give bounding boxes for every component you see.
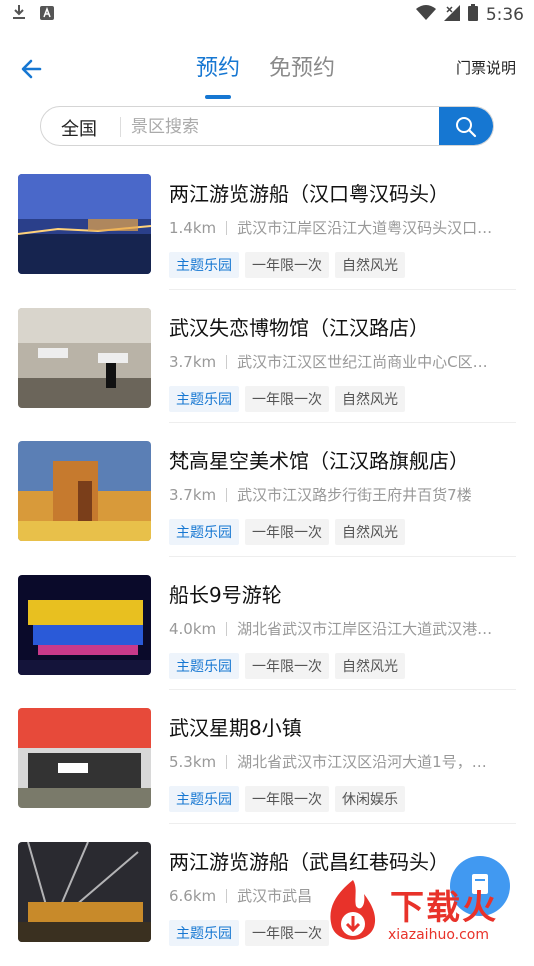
region-selector[interactable]: 全国 [61,115,97,141]
watermark-url: xiazaihuo.com [388,927,489,943]
tag: 一年限一次 [245,786,329,813]
scenic-address: 湖北省武汉市江岸区沿江大道武汉港… [237,619,493,638]
tag: 主题乐园 [169,919,239,946]
tag: 主题乐园 [169,385,239,412]
signal-icon [443,4,460,26]
search-divider [120,117,121,137]
tab-indicator [205,95,231,99]
item-divider [169,689,516,691]
scenic-title: 梵高星空美术馆（江汉路旗舰店） [169,449,469,474]
item-divider [169,288,516,290]
search-bar: 全国 [40,106,494,146]
tag: 主题乐园 [169,252,239,278]
tag: 主题乐园 [169,652,239,679]
scenic-distance: 3.7km [169,352,217,371]
scenic-tags: 主题乐园 一年限一次 休闲娱乐 [169,786,405,813]
list-item[interactable]: 武汉星期8小镇 5.3km 湖北省武汉市江汉区沿河大道1号，… 主题乐园 一年限一… [0,698,534,832]
tag: 自然风光 [335,519,405,546]
watermark: 下载火 xiazaihuo.com [318,872,534,950]
list-item[interactable]: 两江游览游船（汉口粤汉码头） 1.4km 武汉市江岸区沿江大道粤汉码头汉口… 主题… [0,164,534,298]
status-bar: 5:36 [0,0,534,28]
scenic-meta: 4.0km 湖北省武汉市江岸区沿江大道武汉港… [169,618,514,639]
scenic-title: 两江游览游船（武昌红巷码头） [169,849,449,874]
scenic-thumbnail [18,708,151,809]
scenic-meta: 3.7km 武汉市江汉路步行街王府井百货7楼 [169,484,514,505]
item-divider [169,422,516,424]
scenic-list: 两江游览游船（汉口粤汉码头） 1.4km 武汉市江岸区沿江大道粤汉码头汉口… 主题… [0,164,534,966]
scenic-meta: 1.4km 武汉市江岸区沿江大道粤汉码头汉口… [169,217,514,238]
scenic-address: 武汉市武昌 [237,886,313,905]
scenic-tags: 主题乐园 一年限一次 [169,919,329,946]
item-divider [169,822,516,824]
tag: 自然风光 [335,385,405,412]
scenic-tags: 主题乐园 一年限一次 自然风光 [169,385,405,412]
scenic-address: 武汉市江汉区世纪江尚商业中心C区… [237,352,488,371]
arrow-left-icon [21,59,42,79]
tag: 一年限一次 [245,652,329,679]
tag: 主题乐园 [169,519,239,546]
scenic-title: 武汉失恋博物馆（江汉路店） [169,315,429,340]
app-notification-icon [40,5,54,24]
back-button[interactable] [18,54,48,84]
scenic-address: 武汉市江岸区沿江大道粤汉码头汉口… [237,219,493,237]
ticket-info-link[interactable]: 门票说明 [456,57,516,78]
scenic-distance: 1.4km [169,219,217,237]
search-button[interactable] [439,107,493,145]
tag: 休闲娱乐 [335,786,405,813]
watermark-logo [330,880,376,940]
tag: 一年限一次 [245,385,329,412]
wifi-icon [415,4,436,26]
item-divider [169,555,516,557]
scenic-distance: 6.6km [169,886,217,905]
tab-no-reservation[interactable]: 免预约 [269,50,335,82]
scenic-meta: 3.7km 武汉市江汉区世纪江尚商业中心C区… [169,351,514,372]
download-icon [12,4,26,24]
search-input[interactable] [129,112,433,142]
tag: 自然风光 [335,252,405,278]
scenic-address: 湖北省武汉市江汉区沿河大道1号，… [237,753,487,772]
scenic-thumbnail [18,841,151,942]
scenic-thumbnail [18,441,151,542]
scenic-title: 两江游览游船（汉口粤汉码头） [169,182,449,206]
scenic-thumbnail [18,574,151,675]
scenic-thumbnail [18,307,151,408]
scenic-tags: 主题乐园 一年限一次 自然风光 [169,252,405,278]
scenic-address: 武汉市江汉路步行街王府井百货7楼 [237,486,472,505]
scenic-distance: 5.3km [169,753,217,772]
list-item[interactable]: 船长9号游轮 4.0km 湖北省武汉市江岸区沿江大道武汉港… 主题乐园 一年限一次… [0,565,534,699]
battery-icon [467,4,478,26]
tag: 主题乐园 [169,786,239,813]
scenic-distance: 4.0km [169,619,217,638]
scenic-tags: 主题乐园 一年限一次 自然风光 [169,652,405,679]
tag: 一年限一次 [245,252,329,278]
scenic-title: 武汉星期8小镇 [169,716,302,741]
watermark-brand: 下载火 [390,888,498,928]
tag: 一年限一次 [245,919,329,946]
status-time: 5:36 [485,5,524,25]
tag: 一年限一次 [245,519,329,546]
scenic-distance: 3.7km [169,486,217,505]
scenic-tags: 主题乐园 一年限一次 自然风光 [169,519,405,546]
header: 预约 免预约 门票说明 [0,40,534,99]
search-icon [456,117,477,138]
list-item[interactable]: 武汉失恋博物馆（江汉路店） 3.7km 武汉市江汉区世纪江尚商业中心C区… 主题乐… [0,298,534,432]
tag: 自然风光 [335,652,405,679]
scenic-thumbnail [18,174,151,274]
scenic-title: 船长9号游轮 [169,582,282,607]
list-item[interactable]: 梵高星空美术馆（江汉路旗舰店） 3.7km 武汉市江汉路步行街王府井百货7楼 主题… [0,431,534,565]
scenic-meta: 5.3km 湖北省武汉市江汉区沿河大道1号，… [169,751,514,772]
tab-reservation[interactable]: 预约 [196,50,240,82]
